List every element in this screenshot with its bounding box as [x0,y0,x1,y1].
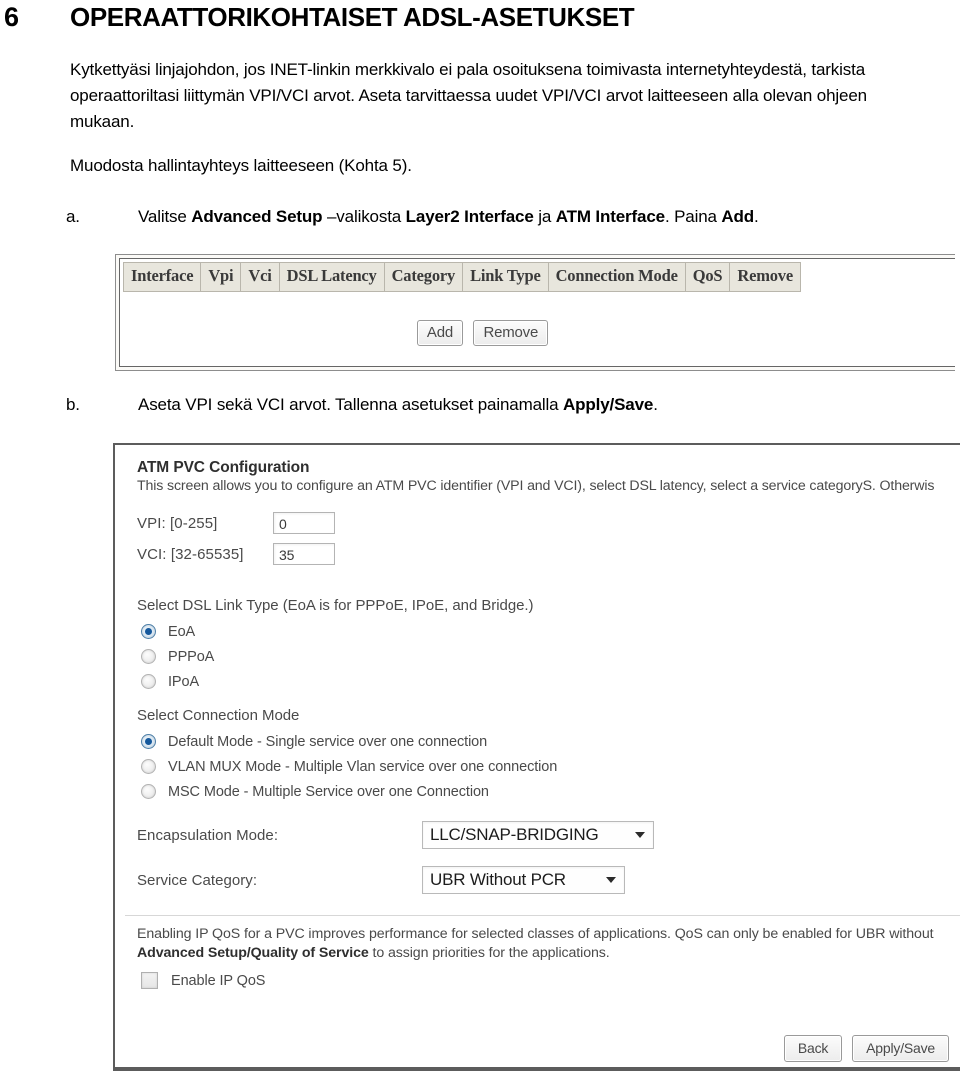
chevron-down-icon [635,832,645,838]
pvc-config-description: This screen allows you to configure an A… [137,478,935,494]
enable-ip-qos-checkbox[interactable] [141,972,158,989]
radio-label-eoa: EoA [168,623,196,640]
vci-row: VCI: [32-65535] 35 [137,543,335,565]
qos-note: Enabling IP QoS for a PVC improves perfo… [137,925,960,963]
vpi-input[interactable]: 0 [273,512,335,534]
col-vpi: Vpi [200,262,242,292]
step-b: b. Aseta VPI sekä VCI arvot. Tallenna as… [66,393,946,417]
screenshot-atm-interface-list: Interface Vpi Vci DSL Latency Category L… [115,254,955,371]
enable-ip-qos-row[interactable]: Enable IP QoS [141,972,265,989]
vci-label: VCI: [32-65535] [137,545,244,563]
atm-interface-table: Interface Vpi Vci DSL Latency Category L… [122,262,801,292]
section-number: 6 [4,2,19,32]
dsl-link-type-radio-group: EoA PPPoA IPoA [141,619,214,694]
radio-label-ipoa: IPoA [168,673,200,690]
col-vci: Vci [240,262,280,292]
vpi-row: VPI: [0-255] 0 [137,512,335,534]
screenshot-atm-pvc-configuration: ATM PVC Configuration This screen allows… [113,443,960,1071]
service-category-value: UBR Without PCR [430,870,566,889]
service-category-label: Service Category: [137,871,258,889]
qos-note-line2-rest: to assign priorities for the application… [368,945,610,961]
radio-icon-selected[interactable] [141,624,156,639]
radio-label-msc-mode: MSC Mode - Multiple Service over one Con… [168,783,489,800]
vci-input[interactable]: 35 [273,543,335,565]
dsl-link-type-caption: Select DSL Link Type (EoA is for PPPoE, … [137,597,534,614]
radio-label-pppoa: PPPoA [168,648,215,665]
step-a: a. Valitse Advanced Setup –valikosta Lay… [66,205,946,229]
radio-icon-selected[interactable] [141,734,156,749]
radio-icon[interactable] [141,649,156,664]
encapsulation-mode-value: LLC/SNAP-BRIDGING [430,825,599,844]
col-interface: Interface [122,262,202,292]
pvc-config-title: ATM PVC Configuration [137,459,310,476]
radio-option-default-mode[interactable]: Default Mode - Single service over one c… [141,729,557,754]
radio-icon[interactable] [141,759,156,774]
chevron-down-icon [606,877,616,883]
col-qos: QoS [684,262,731,292]
page-title: 6 OPERAATTORIKOHTAISET ADSL-ASETUKSET [0,2,960,36]
radio-option-vlan-mux-mode[interactable]: VLAN MUX Mode - Multiple Vlan service ov… [141,754,557,779]
divider [125,915,960,916]
col-remove: Remove [729,262,801,292]
qos-note-bold: Advanced Setup/Quality of Service [137,945,369,961]
col-connection-mode: Connection Mode [547,262,686,292]
step-b-text: Aseta VPI sekä VCI arvot. Tallenna asetu… [138,395,658,414]
back-button[interactable]: Back [783,1035,843,1062]
service-category-row: Service Category: UBR Without PCR [137,866,697,894]
management-paragraph: Muodosta hallintayhteys laitteeseen (Koh… [70,156,412,175]
intro-paragraph: Kytkettyäsi linjajohdon, jos INET-linkin… [70,60,867,131]
encapsulation-mode-label: Encapsulation Mode: [137,826,279,844]
radio-icon[interactable] [141,784,156,799]
encapsulation-mode-row: Encapsulation Mode: LLC/SNAP-BRIDGING [137,821,697,849]
add-button[interactable]: Add [416,320,463,346]
atm-interface-button-row: Add Remove [120,320,845,346]
step-a-text: Valitse Advanced Setup –valikosta Layer2… [138,207,759,226]
radio-label-vlan-mux-mode: VLAN MUX Mode - Multiple Vlan service ov… [168,758,558,775]
connection-mode-radio-group: Default Mode - Single service over one c… [141,729,557,804]
service-category-select[interactable]: UBR Without PCR [422,866,625,894]
radio-icon[interactable] [141,674,156,689]
col-category: Category [383,262,464,292]
vpi-label: VPI: [0-255] [137,514,218,532]
radio-label-default-mode: Default Mode - Single service over one c… [168,733,488,750]
section-title: OPERAATTORIKOHTAISET ADSL-ASETUKSET [70,2,635,32]
enable-ip-qos-label: Enable IP QoS [171,972,266,989]
radio-option-pppoa[interactable]: PPPoA [141,644,214,669]
pvc-config-footer: Back Apply/Save [781,1035,952,1062]
apply-save-button[interactable]: Apply/Save [852,1035,949,1062]
radio-option-eoa[interactable]: EoA [141,619,214,644]
step-a-letter: a. [66,207,80,226]
radio-option-msc-mode[interactable]: MSC Mode - Multiple Service over one Con… [141,779,557,804]
encapsulation-mode-select[interactable]: LLC/SNAP-BRIDGING [422,821,654,849]
qos-note-line2: Advanced Setup/Quality of Service to ass… [137,944,960,963]
radio-option-ipoa[interactable]: IPoA [141,669,214,694]
step-b-letter: b. [66,395,80,414]
qos-note-line1: Enabling IP QoS for a PVC improves perfo… [137,926,934,942]
table-header-row: Interface Vpi Vci DSL Latency Category L… [122,262,801,292]
col-dsl-latency: DSL Latency [278,262,385,292]
connection-mode-caption: Select Connection Mode [137,707,300,724]
panel-bottom-border [115,1067,960,1069]
atm-interface-panel: Interface Vpi Vci DSL Latency Category L… [119,258,955,367]
remove-button[interactable]: Remove [473,320,549,346]
col-link-type: Link Type [462,262,549,292]
